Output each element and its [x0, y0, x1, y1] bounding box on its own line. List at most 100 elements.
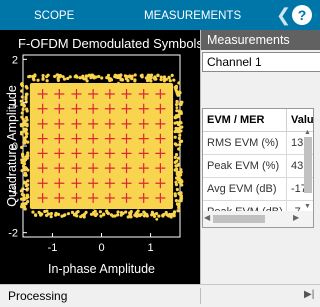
symbol-point — [20, 111, 24, 115]
row-label: Avg EVM (dB) — [203, 178, 287, 200]
symbol-point — [128, 74, 132, 78]
symbol-point — [45, 209, 49, 213]
symbol-point — [60, 214, 64, 218]
symbol-point — [56, 212, 61, 216]
row-label: RMS EVM (%) — [203, 132, 287, 154]
symbol-point — [25, 124, 29, 128]
symbol-point — [40, 212, 44, 216]
symbol-point — [56, 76, 60, 81]
symbol-point — [74, 74, 78, 78]
x-tick-label: 1 — [148, 242, 154, 254]
symbol-point — [159, 78, 163, 82]
status-toggle-icon[interactable]: ▶| — [304, 289, 314, 300]
symbol-point — [58, 74, 62, 78]
symbol-point — [34, 144, 38, 148]
symbol-point — [178, 133, 182, 137]
symbol-point — [177, 109, 181, 113]
table-row[interactable]: RMS EVM (%) 13. — [203, 132, 313, 155]
symbol-point — [45, 79, 49, 83]
symbol-point — [70, 210, 75, 214]
symbol-point — [20, 89, 24, 93]
symbol-point — [106, 73, 111, 78]
symbol-point — [81, 74, 85, 78]
x-tick-label: 0 — [98, 242, 104, 254]
symbol-point — [179, 182, 183, 187]
scroll-down-icon[interactable]: ▼ — [304, 203, 311, 210]
channel-select[interactable]: Channel 1 — [202, 52, 320, 72]
horizontal-scrollbar[interactable]: ◀ ▶ — [203, 211, 313, 227]
symbol-point — [20, 145, 24, 149]
measurements-table: EVM / MER Value RMS EVM (%) 13. Peak EVM… — [202, 108, 314, 228]
symbol-point — [83, 212, 87, 216]
symbol-point — [177, 114, 181, 119]
symbol-point — [173, 142, 177, 146]
symbol-point — [109, 78, 113, 82]
table-row[interactable]: Peak EVM (%) 43. — [203, 155, 313, 178]
row-label: Peak EVM (%) — [203, 155, 287, 177]
symbol-point — [129, 147, 133, 151]
symbol-point — [147, 78, 152, 82]
scroll-left-icon[interactable]: ◀ — [204, 213, 210, 222]
symbol-point — [24, 92, 29, 96]
symbol-point — [178, 192, 182, 196]
symbol-point — [23, 158, 28, 162]
symbol-point — [116, 74, 121, 78]
symbol-point — [24, 116, 29, 120]
symbol-point — [156, 73, 160, 77]
symbol-point — [175, 99, 179, 104]
symbol-point — [98, 210, 102, 214]
horizontal-scroll-thumb[interactable] — [213, 215, 265, 223]
vertical-scrollbar[interactable]: ▲ ▼ — [303, 129, 313, 211]
symbol-point — [78, 76, 82, 80]
symbol-point — [102, 213, 106, 217]
symbol-point — [120, 78, 124, 82]
symbol-point — [46, 212, 51, 216]
symbol-point — [22, 140, 26, 144]
symbol-point — [152, 76, 157, 80]
symbol-point — [130, 77, 134, 81]
symbol-point — [176, 209, 180, 213]
symbol-point — [93, 209, 97, 214]
symbol-point — [162, 79, 167, 83]
status-divider — [200, 288, 201, 304]
panel-header: Measurements — [201, 30, 320, 50]
symbol-point — [157, 214, 161, 218]
symbol-point — [103, 185, 106, 189]
scroll-up-icon[interactable]: ▲ — [304, 129, 311, 136]
symbol-point — [168, 79, 172, 83]
symbol-point — [173, 116, 177, 120]
symbol-point — [21, 107, 25, 111]
symbol-point — [165, 213, 169, 217]
symbol-point — [20, 204, 24, 208]
symbol-point — [24, 128, 29, 132]
tab-measurements[interactable]: MEASUREMENTS — [144, 0, 241, 30]
symbol-point — [135, 214, 139, 218]
table-row[interactable]: Avg EVM (dB) -17 — [203, 178, 313, 201]
symbol-point — [100, 76, 104, 80]
symbol-point — [116, 213, 120, 217]
help-button[interactable]: ❮ ? — [270, 0, 320, 30]
vertical-scroll-thumb[interactable] — [304, 137, 312, 193]
symbol-point — [145, 214, 149, 218]
symbol-point — [133, 73, 137, 77]
symbol-point — [179, 168, 183, 172]
symbol-point — [177, 143, 182, 147]
status-bar: Processing ▶| — [0, 284, 320, 307]
symbol-point — [24, 135, 29, 139]
symbol-point — [24, 97, 28, 101]
column-header-evm-mer[interactable]: EVM / MER — [203, 109, 287, 132]
tab-scope[interactable]: SCOPE — [34, 0, 74, 30]
help-icon[interactable]: ? — [292, 5, 312, 25]
symbol-point — [49, 211, 53, 216]
x-tick-label: -1 — [48, 242, 58, 254]
toolstrip: SCOPE MEASUREMENTS ❮ ? — [0, 0, 320, 30]
symbol-point — [33, 73, 37, 77]
collapse-toolstrip-icon[interactable]: ❮ — [276, 2, 291, 28]
symbol-point — [149, 73, 154, 77]
symbol-point — [150, 213, 154, 217]
x-axis-label: In-phase Amplitude — [48, 262, 155, 276]
measurements-panel: Measurements Channel 1 EVM / MER Value R… — [200, 30, 320, 284]
symbol-point — [23, 202, 27, 206]
scroll-right-icon[interactable]: ▶ — [293, 213, 299, 222]
symbol-point — [180, 180, 184, 184]
